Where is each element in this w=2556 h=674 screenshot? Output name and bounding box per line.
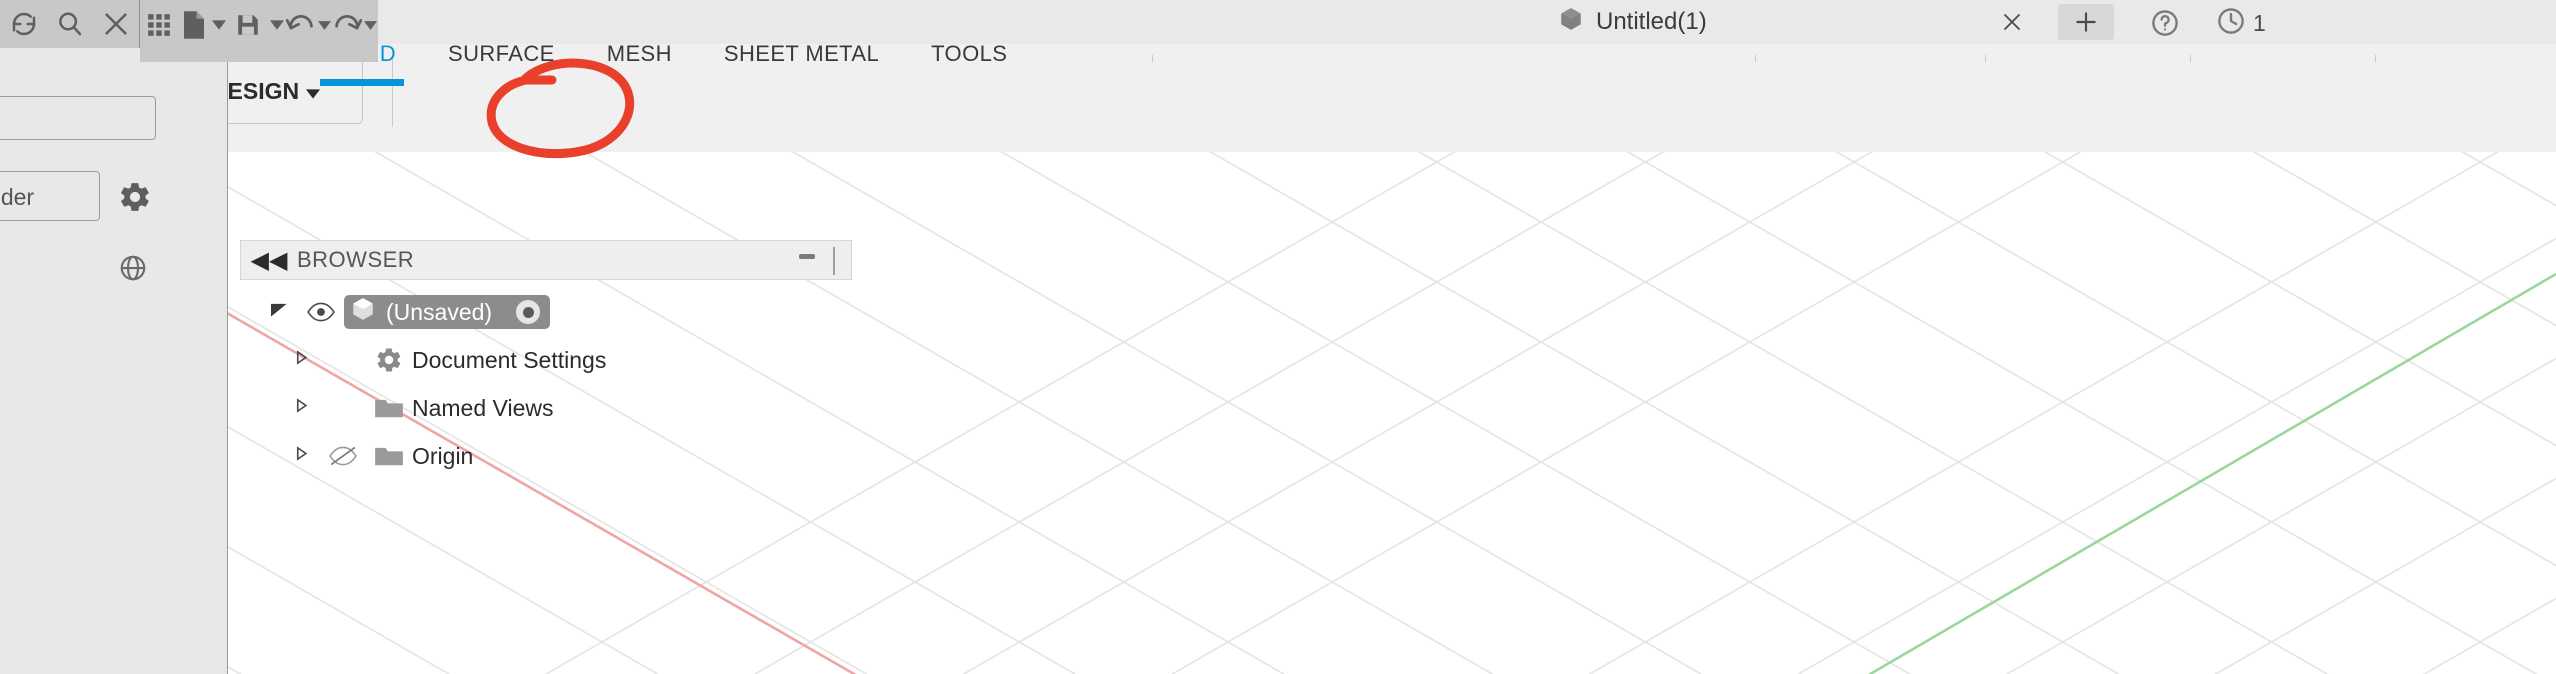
- tree-item-label: (Unsaved): [386, 298, 493, 325]
- document-tab[interactable]: Untitled(1): [1558, 0, 1707, 44]
- tree-row-selected[interactable]: (Unsaved): [344, 295, 551, 329]
- active-tab-underline: [320, 79, 405, 86]
- new-file-dropdown-icon[interactable]: [210, 6, 227, 44]
- tree-row-document-settings[interactable]: Document Settings: [240, 336, 860, 384]
- refresh-icon[interactable]: [1, 0, 47, 48]
- expand-triangle-icon[interactable]: [282, 398, 320, 418]
- chevron-down-icon: [306, 78, 321, 105]
- browser-panel: ◀◀ BROWSER: [240, 240, 852, 280]
- grid-apps-icon[interactable]: [140, 6, 178, 44]
- save-dropdown-icon[interactable]: [269, 6, 286, 44]
- document-tab-label: Untitled(1): [1596, 8, 1707, 35]
- tree-item-label: Document Settings: [412, 346, 607, 373]
- tree-row-unsaved[interactable]: (Unsaved): [240, 288, 860, 336]
- new-tab-button[interactable]: [2058, 4, 2114, 40]
- browser-tree: (Unsaved) Document Settings Named Views: [240, 288, 860, 480]
- globe-icon[interactable]: [118, 253, 148, 288]
- ribbon-tab-surface[interactable]: SURFACE: [448, 41, 555, 67]
- tree-row-named-views[interactable]: Named Views: [240, 384, 860, 432]
- search-icon[interactable]: [47, 0, 93, 48]
- ribbon-tab-label: SHEET METAL: [723, 41, 880, 66]
- folder-icon: [366, 444, 412, 468]
- redo-dropdown-icon[interactable]: [362, 6, 378, 44]
- activate-component-radio[interactable]: [516, 300, 541, 324]
- browser-header[interactable]: ◀◀ BROWSER: [240, 240, 852, 280]
- expand-triangle-icon[interactable]: [282, 350, 320, 370]
- ribbon-tab-mesh[interactable]: MESH: [607, 41, 672, 67]
- eye-visible-icon[interactable]: [298, 301, 344, 323]
- data-panel-toolbar: [0, 0, 139, 48]
- tree-item-label: Origin: [412, 442, 474, 469]
- document-tab-bar: Untitled(1) 1: [378, 0, 2556, 44]
- job-status-count: 1: [2253, 10, 2266, 36]
- data-panel[interactable]: le v Folder: [0, 48, 228, 674]
- ribbon-tab-tools[interactable]: TOOLS: [931, 41, 1007, 67]
- ribbon-tab-label: SURFACE: [448, 41, 555, 66]
- save-icon[interactable]: [227, 6, 268, 44]
- close-tab-button[interactable]: [1998, 8, 2026, 36]
- tree-row-origin[interactable]: Origin: [240, 432, 860, 480]
- job-status-indicator[interactable]: 1: [2216, 6, 2266, 41]
- tree-item-label: Named Views: [412, 394, 554, 421]
- browser-title: BROWSER: [297, 247, 415, 272]
- undo-icon[interactable]: [286, 6, 316, 44]
- settings-gear-icon: [366, 346, 412, 374]
- folder-icon: [366, 396, 412, 420]
- new-folder-button[interactable]: v Folder: [0, 171, 100, 221]
- undo-dropdown-icon[interactable]: [316, 6, 332, 44]
- quick-access-toolbar: [140, 0, 378, 62]
- browser-resize-handle[interactable]: [833, 247, 835, 275]
- collapse-left-arrows-icon[interactable]: ◀◀: [241, 246, 297, 275]
- expand-triangle-icon[interactable]: [282, 446, 320, 466]
- ribbon-tab-label: TOOLS: [931, 41, 1008, 66]
- document-icon: [1558, 6, 1584, 39]
- help-icon[interactable]: [2148, 6, 2182, 40]
- toolbar-divider: [139, 0, 140, 48]
- data-panel-search-input[interactable]: le: [0, 96, 156, 140]
- close-icon[interactable]: [93, 0, 139, 48]
- ribbon-tab-sheet-metal[interactable]: SHEET METAL: [724, 41, 879, 67]
- redo-icon[interactable]: [332, 6, 363, 44]
- new-file-icon[interactable]: [178, 6, 210, 44]
- browser-minimize-icon[interactable]: [799, 254, 815, 259]
- ribbon-tab-label: MESH: [606, 41, 672, 66]
- job-status-clock-icon: [2216, 6, 2246, 41]
- settings-gear-icon[interactable]: [118, 180, 152, 219]
- expand-triangle-icon[interactable]: [260, 301, 298, 323]
- ribbon: [140, 62, 2556, 152]
- document-icon: [350, 296, 376, 328]
- eye-hidden-icon[interactable]: [320, 445, 366, 467]
